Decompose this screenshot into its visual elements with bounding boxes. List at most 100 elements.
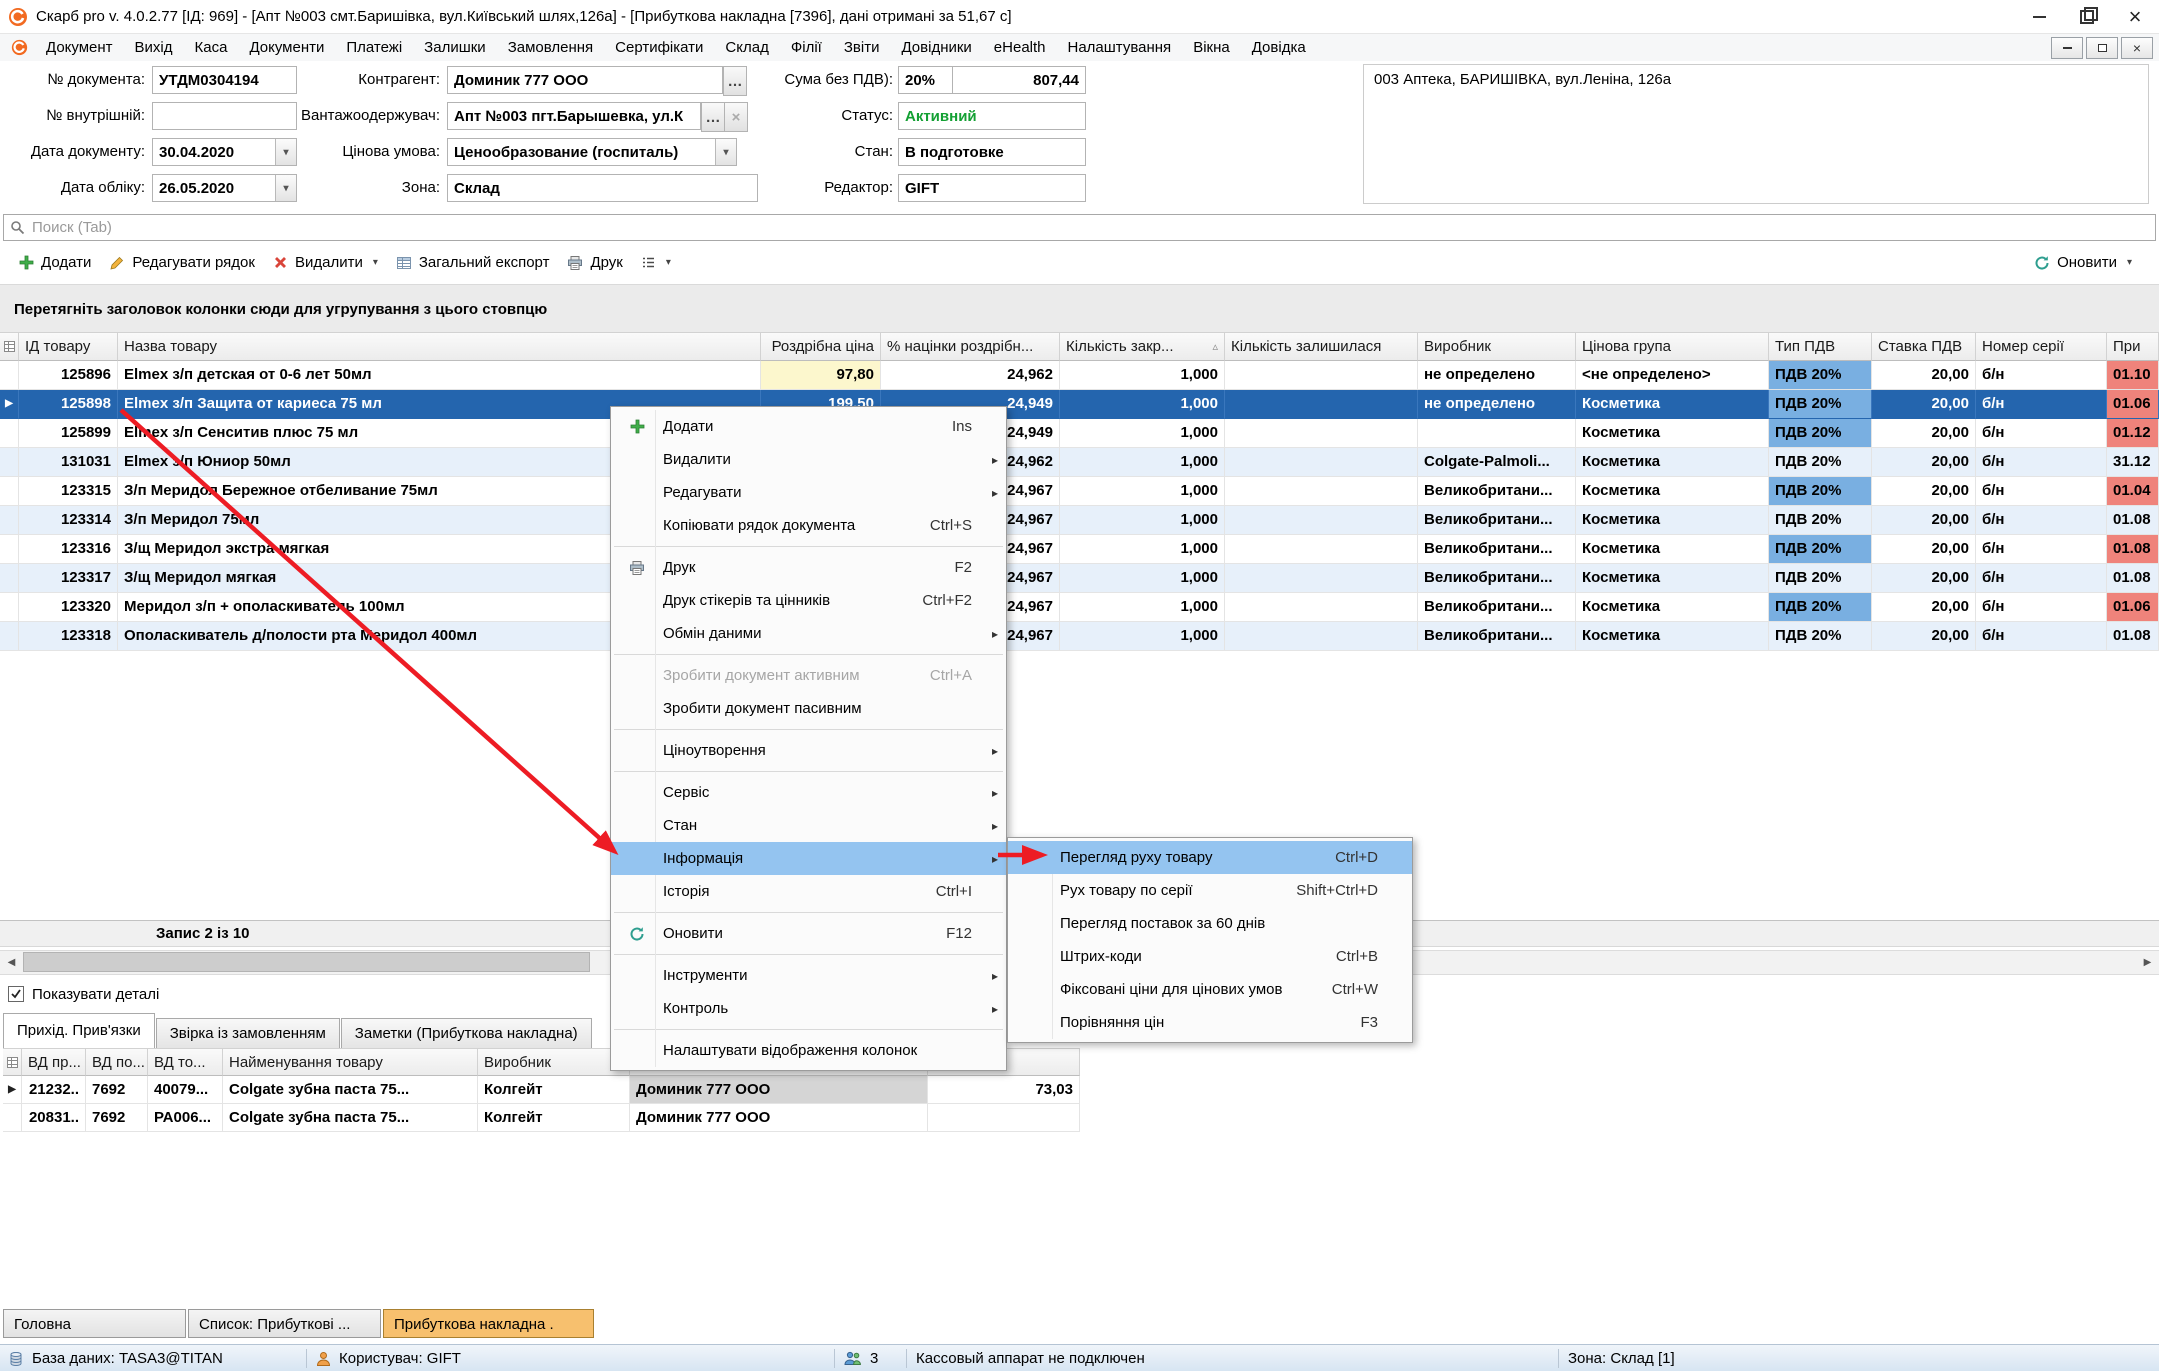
- menubar-item[interactable]: Вікна: [1182, 39, 1241, 56]
- contragent-browse-button[interactable]: …: [723, 66, 747, 96]
- table-cell[interactable]: 21232..: [22, 1076, 86, 1104]
- menubar-item[interactable]: Каса: [184, 39, 239, 56]
- refresh-button[interactable]: Оновити ▾: [2025, 249, 2141, 277]
- mdi-minimize-button[interactable]: [2051, 37, 2083, 59]
- close-button[interactable]: ×: [2111, 0, 2159, 33]
- table-cell[interactable]: 01.06: [2107, 593, 2159, 622]
- table-cell[interactable]: РА006...: [148, 1104, 223, 1132]
- view-options-button[interactable]: ▾: [632, 249, 680, 277]
- context-menu-item[interactable]: Редагувати▸: [611, 476, 1006, 509]
- column-header[interactable]: Назва товару: [118, 332, 761, 361]
- table-cell[interactable]: 20,00: [1872, 622, 1976, 651]
- sum-field[interactable]: 807,44: [952, 66, 1086, 94]
- menubar-item[interactable]: Замовлення: [497, 39, 604, 56]
- table-cell[interactable]: 20,00: [1872, 361, 1976, 390]
- table-cell[interactable]: 7692: [86, 1076, 148, 1104]
- context-menu-item[interactable]: Інформація▸: [611, 842, 1006, 875]
- table-cell[interactable]: 123316: [19, 535, 118, 564]
- search-input[interactable]: Поиск (Tab): [3, 214, 2156, 241]
- add-button[interactable]: Додати: [10, 249, 100, 277]
- table-cell[interactable]: 01.08: [2107, 564, 2159, 593]
- table-cell[interactable]: б/н: [1976, 390, 2107, 419]
- table-cell[interactable]: 123320: [19, 593, 118, 622]
- vat-percent-field[interactable]: 20%: [898, 66, 960, 94]
- table-cell[interactable]: 20831..: [22, 1104, 86, 1132]
- context-menu-item[interactable]: Сервіс▸: [611, 776, 1006, 809]
- doc-number-input[interactable]: УТДМ0304194: [152, 66, 297, 94]
- submenu-item[interactable]: Рух товару по серіїShift+Ctrl+D: [1008, 874, 1412, 907]
- table-cell[interactable]: Великобритани...: [1418, 506, 1576, 535]
- consignee-input[interactable]: Апт №003 пгт.Барышевка, ул.К: [447, 102, 701, 130]
- table-cell[interactable]: 123318: [19, 622, 118, 651]
- export-button[interactable]: Загальний експорт: [387, 249, 559, 277]
- column-header[interactable]: ВД пр...: [22, 1048, 86, 1076]
- consignee-browse-button[interactable]: …: [701, 102, 725, 132]
- table-cell[interactable]: 1,000: [1060, 448, 1225, 477]
- table-cell[interactable]: <не определено>: [1576, 361, 1769, 390]
- edit-row-button[interactable]: Редагувати рядок: [100, 249, 264, 277]
- table-cell[interactable]: Косметика: [1576, 390, 1769, 419]
- table-cell[interactable]: 1,000: [1060, 506, 1225, 535]
- context-menu-item[interactable]: Зробити документ пасивним: [611, 692, 1006, 725]
- table-cell[interactable]: 01.12: [2107, 419, 2159, 448]
- table-row[interactable]: 125899Elmex з/п Сенситив плюс 75 мл24,94…: [0, 419, 2159, 448]
- table-cell[interactable]: [1225, 535, 1418, 564]
- scroll-left-button[interactable]: ◀: [0, 951, 23, 974]
- table-cell[interactable]: 20,00: [1872, 477, 1976, 506]
- table-cell[interactable]: 123317: [19, 564, 118, 593]
- column-header[interactable]: Кількість залишилася: [1225, 332, 1418, 361]
- table-cell[interactable]: 123314: [19, 506, 118, 535]
- submenu-item[interactable]: Порівняння цінF3: [1008, 1006, 1412, 1039]
- context-menu-item[interactable]: ІсторіяCtrl+I: [611, 875, 1006, 908]
- table-row[interactable]: 123318Ополаскиватель д/полости рта Мерид…: [0, 622, 2159, 651]
- table-cell[interactable]: ПДВ 20%: [1769, 477, 1872, 506]
- table-cell[interactable]: Косметика: [1576, 535, 1769, 564]
- table-cell[interactable]: Великобритани...: [1418, 564, 1576, 593]
- context-menu-item[interactable]: Друк стікерів та цінниківCtrl+F2: [611, 584, 1006, 617]
- column-header[interactable]: Виробник: [478, 1048, 630, 1076]
- table-cell[interactable]: Косметика: [1576, 593, 1769, 622]
- context-menu-item[interactable]: Обмін даними▸: [611, 617, 1006, 650]
- table-cell[interactable]: Косметика: [1576, 622, 1769, 651]
- table-cell[interactable]: [1225, 361, 1418, 390]
- table-cell[interactable]: 131031: [19, 448, 118, 477]
- table-row[interactable]: 123315З/п Меридол Бережное отбеливание 7…: [0, 477, 2159, 506]
- table-cell[interactable]: Elmex з/п детская от 0-6 лет 50мл: [118, 361, 761, 390]
- menubar-item[interactable]: Довідка: [1241, 39, 1317, 56]
- table-cell[interactable]: 125896: [19, 361, 118, 390]
- table-cell[interactable]: [1225, 622, 1418, 651]
- column-header[interactable]: Цінова група: [1576, 332, 1769, 361]
- table-cell[interactable]: б/н: [1976, 535, 2107, 564]
- internal-number-input[interactable]: [152, 102, 297, 130]
- context-menu-item[interactable]: Налаштувати відображення колонок: [611, 1034, 1006, 1067]
- table-cell[interactable]: 20,00: [1872, 419, 1976, 448]
- table-cell[interactable]: Colgate зубна паста 75...: [223, 1076, 478, 1104]
- table-cell[interactable]: б/н: [1976, 419, 2107, 448]
- detail-tab[interactable]: Прихід. Прив'язки: [3, 1013, 155, 1048]
- context-menu-item[interactable]: ДрукF2: [611, 551, 1006, 584]
- table-cell[interactable]: 20,00: [1872, 593, 1976, 622]
- table-cell[interactable]: 1,000: [1060, 564, 1225, 593]
- menubar-item[interactable]: Налаштування: [1057, 39, 1183, 56]
- scroll-thumb[interactable]: [23, 952, 590, 972]
- zone-input[interactable]: Склад: [447, 174, 758, 202]
- table-row[interactable]: ▶125898Elmex з/п Защита от кариеса 75 мл…: [0, 390, 2159, 419]
- detail-tab[interactable]: Заметки (Прибуткова накладна): [341, 1018, 592, 1048]
- context-menu-item[interactable]: Контроль▸: [611, 992, 1006, 1025]
- table-cell[interactable]: 01.08: [2107, 535, 2159, 564]
- menubar-item[interactable]: Склад: [714, 39, 779, 56]
- table-cell[interactable]: 1,000: [1060, 593, 1225, 622]
- menubar-item[interactable]: Вихід: [124, 39, 184, 56]
- table-cell[interactable]: Великобритани...: [1418, 477, 1576, 506]
- submenu-item[interactable]: Перегляд поставок за 60 днів: [1008, 907, 1412, 940]
- table-cell[interactable]: ПДВ 20%: [1769, 622, 1872, 651]
- show-details-checkbox[interactable]: [8, 986, 24, 1002]
- table-cell[interactable]: б/н: [1976, 477, 2107, 506]
- column-header[interactable]: ВД то...: [148, 1048, 223, 1076]
- consignee-clear-button[interactable]: ×: [724, 102, 748, 132]
- table-row[interactable]: 123320Меридол з/п + ополаскиватель 100мл…: [0, 593, 2159, 622]
- mdi-restore-button[interactable]: [2086, 37, 2118, 59]
- table-cell[interactable]: 20,00: [1872, 448, 1976, 477]
- account-date-input[interactable]: 26.05.2020▾: [152, 174, 297, 202]
- table-row[interactable]: 131031Elmex з/п Юниор 50мл24,9621,000Col…: [0, 448, 2159, 477]
